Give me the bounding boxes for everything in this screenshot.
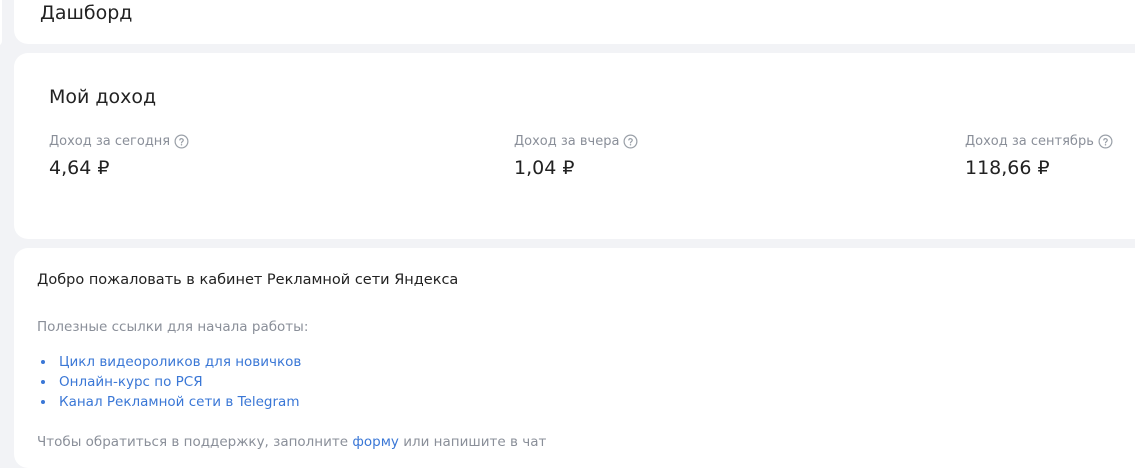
metric-today: Доход за сегодня 4,64 ₽: [49, 134, 189, 179]
question-circle-icon[interactable]: [1098, 134, 1113, 149]
bullet-dot: [41, 380, 45, 384]
list-item: Цикл видеороликов для новичков: [37, 352, 301, 372]
link-telegram-channel[interactable]: Канал Рекламной сети в Telegram: [59, 392, 299, 412]
link-video-course[interactable]: Цикл видеороликов для новичков: [59, 352, 301, 372]
metric-label: Доход за сентябрь: [965, 134, 1094, 149]
metric-value: 118,66 ₽: [965, 157, 1050, 179]
bullet-dot: [41, 400, 45, 404]
metric-label: Доход за вчера: [514, 134, 620, 149]
metric-value: 1,04 ₽: [514, 157, 575, 179]
income-section-title: Мой доход: [49, 86, 157, 108]
bullet-dot: [41, 360, 45, 364]
links-intro: Полезные ссылки для начала работы:: [37, 319, 309, 335]
header-card: [14, 0, 1135, 44]
support-suffix: или напишите в чат: [398, 434, 547, 450]
question-circle-icon[interactable]: [623, 134, 638, 149]
list-item: Канал Рекламной сети в Telegram: [37, 392, 301, 412]
metric-value: 4,64 ₽: [49, 157, 110, 179]
metric-yesterday: Доход за вчера 1,04 ₽: [514, 134, 638, 179]
page-title: Дашборд: [40, 2, 133, 24]
metric-label: Доход за сегодня: [49, 134, 171, 149]
question-circle-icon[interactable]: [174, 134, 189, 149]
welcome-title: Добро пожаловать в кабинет Рекламной сет…: [37, 272, 459, 288]
list-item: Онлайн-курс по РСЯ: [37, 372, 301, 392]
support-text: Чтобы обратиться в поддержку, заполните …: [37, 434, 546, 450]
support-form-link[interactable]: форму: [352, 434, 399, 450]
support-prefix: Чтобы обратиться в поддержку, заполните: [37, 434, 353, 450]
metric-month: Доход за сентябрь 118,66 ₽: [965, 134, 1113, 179]
useful-links-list: Цикл видеороликов для новичков Онлайн-ку…: [37, 352, 301, 412]
link-online-course[interactable]: Онлайн-курс по РСЯ: [59, 372, 203, 392]
sidebar-edge: [0, 0, 2, 46]
